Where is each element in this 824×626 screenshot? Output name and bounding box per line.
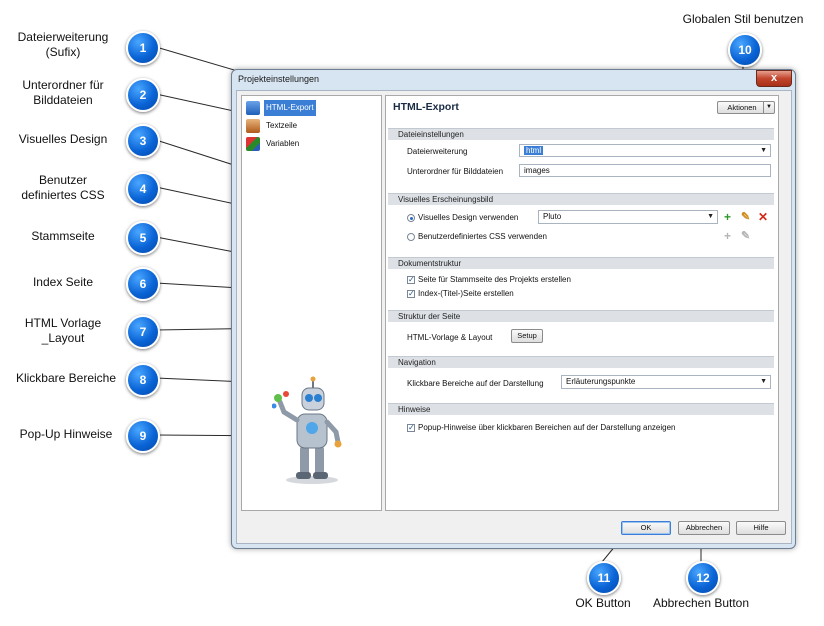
klickbar-value: Erläuterungspunkte xyxy=(566,377,636,386)
dateierweiterung-select[interactable]: html ▼ xyxy=(519,144,771,157)
section-struktur-der-seite: Struktur der Seite xyxy=(388,310,774,322)
callout-label-2: Unterordner für Bilddateien xyxy=(22,78,104,107)
text-line-icon xyxy=(246,119,260,133)
callout-badge-8: 8 xyxy=(126,363,160,397)
design-label: Visuelles Design verwenden xyxy=(418,213,519,222)
callout-label-11: OK Button xyxy=(575,596,631,610)
robot-mascot-illustration xyxy=(272,376,342,484)
klickbar-select[interactable]: Erläuterungspunkte ▼ xyxy=(561,375,771,389)
panel-title: HTML-Export xyxy=(393,101,459,113)
edit-css-icon: ✎ xyxy=(741,230,751,242)
html-export-icon xyxy=(246,101,260,115)
callout-badge-1: 1 xyxy=(126,31,160,65)
design-select[interactable]: Pluto ▼ xyxy=(538,210,718,224)
edit-icon[interactable]: ✎ xyxy=(741,211,750,223)
nav-item-label: Textzeile xyxy=(266,121,298,130)
callout-label-1: Dateierweiterung (Sufix) xyxy=(17,30,109,59)
index-checkbox[interactable]: ✓ xyxy=(407,290,415,298)
design-radio[interactable] xyxy=(407,214,415,222)
cancel-button[interactable]: Abbrechen xyxy=(678,521,730,535)
section-visuelles-erscheinungsbild: Visuelles Erscheinungsbild xyxy=(388,193,774,205)
stammseite-label: Seite für Stammseite des Projekts erstel… xyxy=(418,275,571,284)
close-icon: x xyxy=(770,72,778,84)
callout-label-6: Index Seite xyxy=(32,275,94,289)
unterordner-input[interactable]: images xyxy=(519,164,771,177)
add-css-icon: + xyxy=(724,229,732,243)
chevron-down-icon: ▼ xyxy=(760,378,767,385)
html-export-panel: HTML-Export Aktionen ▼ Dateieinstellunge… xyxy=(385,95,779,511)
unterordner-label: Unterordner für Bilddateien xyxy=(407,167,504,176)
ok-button[interactable]: OK xyxy=(621,521,671,535)
index-label: Index-(Titel-)Seite erstellen xyxy=(418,289,514,298)
callout-label-7: HTML Vorlage _Layout xyxy=(24,316,102,345)
add-icon[interactable]: + xyxy=(724,211,731,223)
chevron-down-icon: ▼ xyxy=(707,213,714,220)
callout-badge-11: 11 xyxy=(587,561,621,595)
vorlage-label: HTML-Vorlage & Layout xyxy=(407,333,493,342)
dateierweiterung-value: html xyxy=(524,146,544,155)
dateierweiterung-label: Dateierweiterung xyxy=(407,147,468,156)
css-label: Benutzerdefiniertes CSS verwenden xyxy=(418,232,547,241)
callout-badge-7: 7 xyxy=(126,315,160,349)
delete-icon[interactable]: ✕ xyxy=(758,211,768,223)
section-dokumentstruktur: Dokumentstruktur xyxy=(388,257,774,269)
callout-badge-6: 6 xyxy=(126,267,160,301)
dialog-body: HTML-Export Textzeile Variablen HTML-Exp… xyxy=(236,90,792,544)
dialog-titlebar: Projekteinstellungen x xyxy=(232,70,795,90)
stammseite-checkbox[interactable]: ✓ xyxy=(407,276,415,284)
callout-badge-3: 3 xyxy=(126,124,160,158)
callout-label-10: Globalen Stil benutzen xyxy=(682,12,804,26)
section-navigation: Navigation xyxy=(388,356,774,368)
callout-label-12: Abbrechen Button xyxy=(652,596,750,610)
section-hinweise: Hinweise xyxy=(388,403,774,415)
callout-badge-10: 10 xyxy=(728,33,762,67)
callout-badge-5: 5 xyxy=(126,221,160,255)
callout-badge-9: 9 xyxy=(126,419,160,453)
callout-label-4: Benutzer definiertes CSS xyxy=(21,173,105,202)
help-button[interactable]: Hilfe xyxy=(736,521,786,535)
aktionen-button[interactable]: Aktionen ▼ xyxy=(717,101,775,114)
nav-panel: HTML-Export Textzeile Variablen xyxy=(241,95,382,511)
settings-dialog: Projekteinstellungen x HTML-Export Textz… xyxy=(231,69,796,549)
nav-item-label: Variablen xyxy=(266,139,300,148)
popup-label: Popup-Hinweise über klickbaren Bereichen… xyxy=(418,423,676,432)
css-radio[interactable] xyxy=(407,233,415,241)
callout-label-3: Visuelles Design xyxy=(18,132,108,146)
callout-badge-2: 2 xyxy=(126,78,160,112)
callout-label-9: Pop-Up Hinweise xyxy=(19,427,113,441)
dialog-title: Projekteinstellungen xyxy=(238,74,320,84)
section-dateieinstellungen: Dateieinstellungen xyxy=(388,128,774,140)
nav-item-label: HTML-Export xyxy=(264,100,316,116)
callout-label-5: Stammseite xyxy=(31,229,95,243)
chevron-down-icon: ▼ xyxy=(760,147,767,154)
design-value: Pluto xyxy=(543,212,562,221)
callout-badge-4: 4 xyxy=(126,172,160,206)
setup-button[interactable]: Setup xyxy=(511,329,543,343)
klickbar-label: Klickbare Bereiche auf der Darstellung xyxy=(407,379,544,388)
chevron-down-icon: ▼ xyxy=(763,102,774,113)
callout-badge-12: 12 xyxy=(686,561,720,595)
close-button[interactable]: x xyxy=(756,70,792,87)
aktionen-label: Aktionen xyxy=(727,103,757,112)
popup-checkbox[interactable]: ✓ xyxy=(407,424,415,432)
variables-icon xyxy=(246,137,260,151)
callout-label-8: Klickbare Bereiche xyxy=(15,371,117,385)
